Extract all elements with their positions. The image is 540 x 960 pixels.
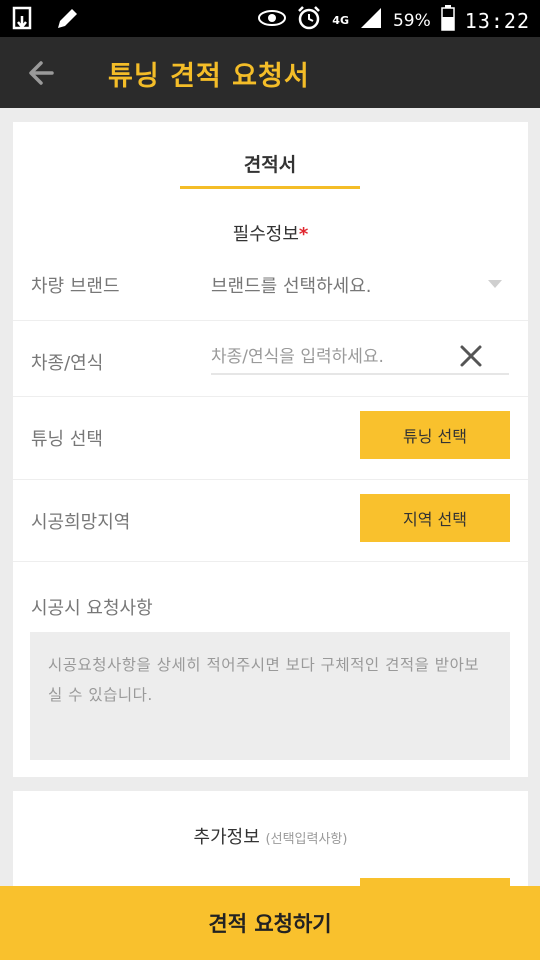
arrow-left-icon[interactable] (24, 55, 60, 91)
pen-icon (54, 6, 80, 36)
region-row: 시공희망지역 지역 선택 (13, 480, 528, 562)
download-screenshot-icon (12, 6, 36, 36)
quote-form-card: 견적서 필수정보* 차량 브랜드 브랜드를 선택하세요. 차종/연식 차종/연식… (13, 122, 528, 777)
tuning-row: 튜닝 선택 튜닝 선택 (13, 397, 528, 480)
battery-percent: 59% (392, 10, 431, 31)
extra-info-card: 추가정보 (선택입력사항) (13, 791, 528, 898)
signal-icon (359, 7, 383, 34)
status-bar: 4G 59% 13:22 (0, 0, 540, 37)
tuning-select-button[interactable]: 튜닝 선택 (360, 411, 510, 459)
page-title: 튜닝 견적 요청서 (108, 61, 310, 92)
extra-section-title: 추가정보 (선택입력사항) (13, 823, 528, 849)
alarm-icon (296, 5, 322, 36)
brand-select[interactable]: 브랜드를 선택하세요. (211, 272, 371, 298)
tab-indicator (180, 186, 360, 189)
required-title-text: 필수정보 (232, 224, 299, 245)
region-select-button[interactable]: 지역 선택 (360, 494, 510, 542)
tab-quote[interactable]: 견적서 (180, 150, 360, 177)
tuning-label: 튜닝 선택 (31, 429, 103, 450)
request-textarea[interactable]: 시공요청사항을 상세히 적어주시면 보다 구체적인 견적을 받아보실 수 있습니… (30, 632, 510, 760)
model-label: 차종/연식 (31, 353, 104, 374)
clock: 13:22 (464, 8, 530, 33)
app-bar: 튜닝 견적 요청서 (0, 37, 540, 108)
required-section-title: 필수정보* (13, 220, 528, 246)
required-star: * (298, 224, 309, 245)
submit-quote-button[interactable]: 견적 요청하기 (0, 886, 540, 960)
network-type: 4G (332, 14, 349, 27)
battery-icon (441, 5, 455, 36)
request-label: 시공시 요청사항 (31, 598, 153, 619)
model-row: 차종/연식 차종/연식을 입력하세요. (13, 321, 528, 397)
extra-subtitle: (선택입력사항) (265, 832, 348, 847)
extra-title-text: 추가정보 (193, 827, 260, 848)
clear-icon[interactable] (456, 341, 486, 371)
region-label: 시공희망지역 (31, 512, 131, 533)
eye-icon (258, 9, 287, 32)
dropdown-caret-icon[interactable] (488, 280, 502, 288)
brand-label: 차량 브랜드 (31, 276, 120, 297)
brand-row: 차량 브랜드 브랜드를 선택하세요. (13, 252, 528, 321)
